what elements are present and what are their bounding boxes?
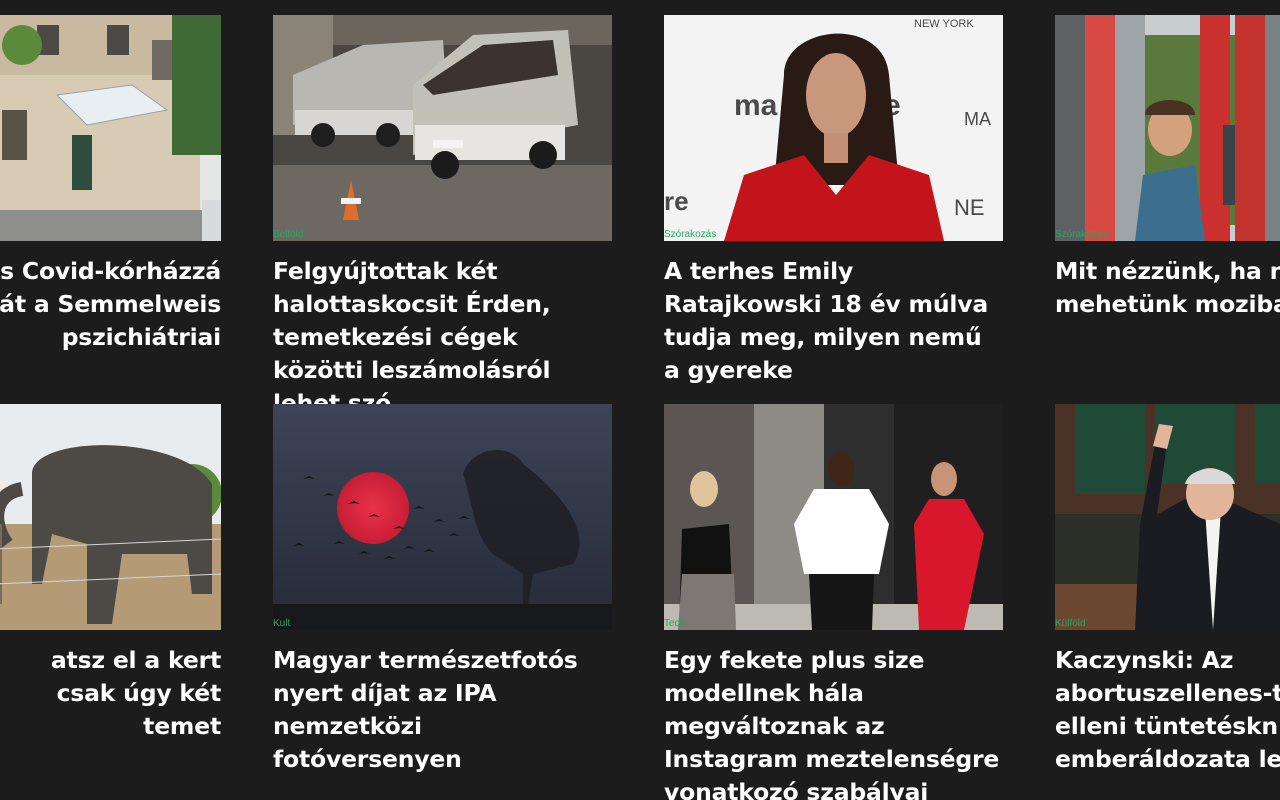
svg-text:ma: ma	[734, 89, 778, 122]
article-card: Kult Magyar természetfotós nyert díjat a…	[273, 404, 612, 776]
article-title[interactable]: atsz el a kert csak úgy két temet	[0, 644, 221, 743]
title-line-3: pszichiátriai	[61, 323, 222, 351]
title-line-1: atsz el a kert	[50, 646, 221, 674]
phone-booth-image	[1055, 15, 1280, 241]
title-line-1: Kaczynski: Az	[1055, 646, 1234, 674]
title-line-3: elleni tüntetéskn	[1055, 712, 1278, 740]
burned-vans-image	[273, 15, 612, 241]
three-women-image	[664, 404, 1003, 630]
title-line-2: csak úgy két	[56, 679, 222, 707]
title-line-4: emberáldozata les	[1055, 745, 1280, 773]
title-line-1: s Covid-kórházzá	[0, 257, 221, 285]
article-category[interactable]: Szórakozás	[1055, 229, 1107, 240]
article-thumbnail[interactable]	[0, 404, 221, 630]
article-card: Szórakozás Mit nézzünk, ha ne mehetünk m…	[1055, 15, 1280, 321]
article-title[interactable]: Egy fekete plus size modellnek hála megv…	[664, 644, 1003, 800]
elephant-image	[0, 404, 221, 630]
article-card: Tech Egy fekete plus size modellnek hála…	[664, 404, 1003, 800]
title-line-2: mehetünk moziba	[1055, 290, 1280, 318]
article-thumbnail[interactable]: Szórakozás	[1055, 15, 1280, 241]
title-line-3: temet	[143, 712, 221, 740]
svg-text:NE: NE	[954, 195, 985, 220]
heron-sunset-image	[273, 404, 612, 630]
article-card: ma ire MA re NE NEW YORK Szórakozás A te…	[664, 15, 1003, 387]
article-thumbnail[interactable]: Belföld	[273, 15, 612, 241]
article-category[interactable]: Külföld	[1055, 618, 1086, 629]
title-line-2: abortuszellenes-t	[1055, 679, 1280, 707]
article-thumbnail[interactable]: Tech	[664, 404, 1003, 630]
article-category[interactable]: Tech	[664, 618, 685, 629]
celebrity-image: ma ire MA re NE NEW YORK	[664, 15, 1003, 241]
article-card: Külföld Kaczynski: Az abortuszellenes-t …	[1055, 404, 1280, 776]
article-category[interactable]: Szórakozás	[664, 229, 716, 240]
news-grid: s Covid-kórházzá át a Semmelweis pszichiát…	[0, 0, 1280, 800]
article-title[interactable]: Felgyújtottak két halottaskocsit Érden, …	[273, 255, 612, 420]
article-thumbnail[interactable]: Kult	[273, 404, 612, 630]
article-title[interactable]: s Covid-kórházzá át a Semmelweis pszichiát…	[0, 255, 221, 354]
svg-text:NEW YORK: NEW YORK	[914, 18, 974, 30]
article-title[interactable]: Kaczynski: Az abortuszellenes-t elleni t…	[1055, 644, 1280, 776]
article-thumbnail[interactable]: ma ire MA re NE NEW YORK Szórakozás	[664, 15, 1003, 241]
svg-text:re: re	[664, 186, 689, 216]
title-line-2: át a Semmelweis	[0, 290, 221, 318]
svg-text:MA: MA	[964, 109, 991, 129]
article-category[interactable]: Belföld	[273, 229, 304, 240]
article-category[interactable]: Kult	[273, 618, 290, 629]
parliament-image	[1055, 404, 1280, 630]
article-title[interactable]: Mit nézzünk, ha ne mehetünk moziba	[1055, 255, 1280, 321]
article-title[interactable]: Magyar természetfotós nyert díjat az IPA…	[273, 644, 612, 776]
article-card: s Covid-kórházzá át a Semmelweis pszichiát…	[0, 15, 221, 354]
building-image	[0, 15, 221, 241]
article-thumbnail[interactable]: Külföld	[1055, 404, 1280, 630]
title-line-1: Mit nézzünk, ha ne	[1055, 257, 1280, 285]
article-title[interactable]: A terhes Emily Ratajkowski 18 év múlva t…	[664, 255, 1003, 387]
article-card: atsz el a kert csak úgy két temet	[0, 404, 221, 743]
article-card: Belföld Felgyújtottak két halottaskocsit…	[273, 15, 612, 420]
article-thumbnail[interactable]	[0, 15, 221, 241]
